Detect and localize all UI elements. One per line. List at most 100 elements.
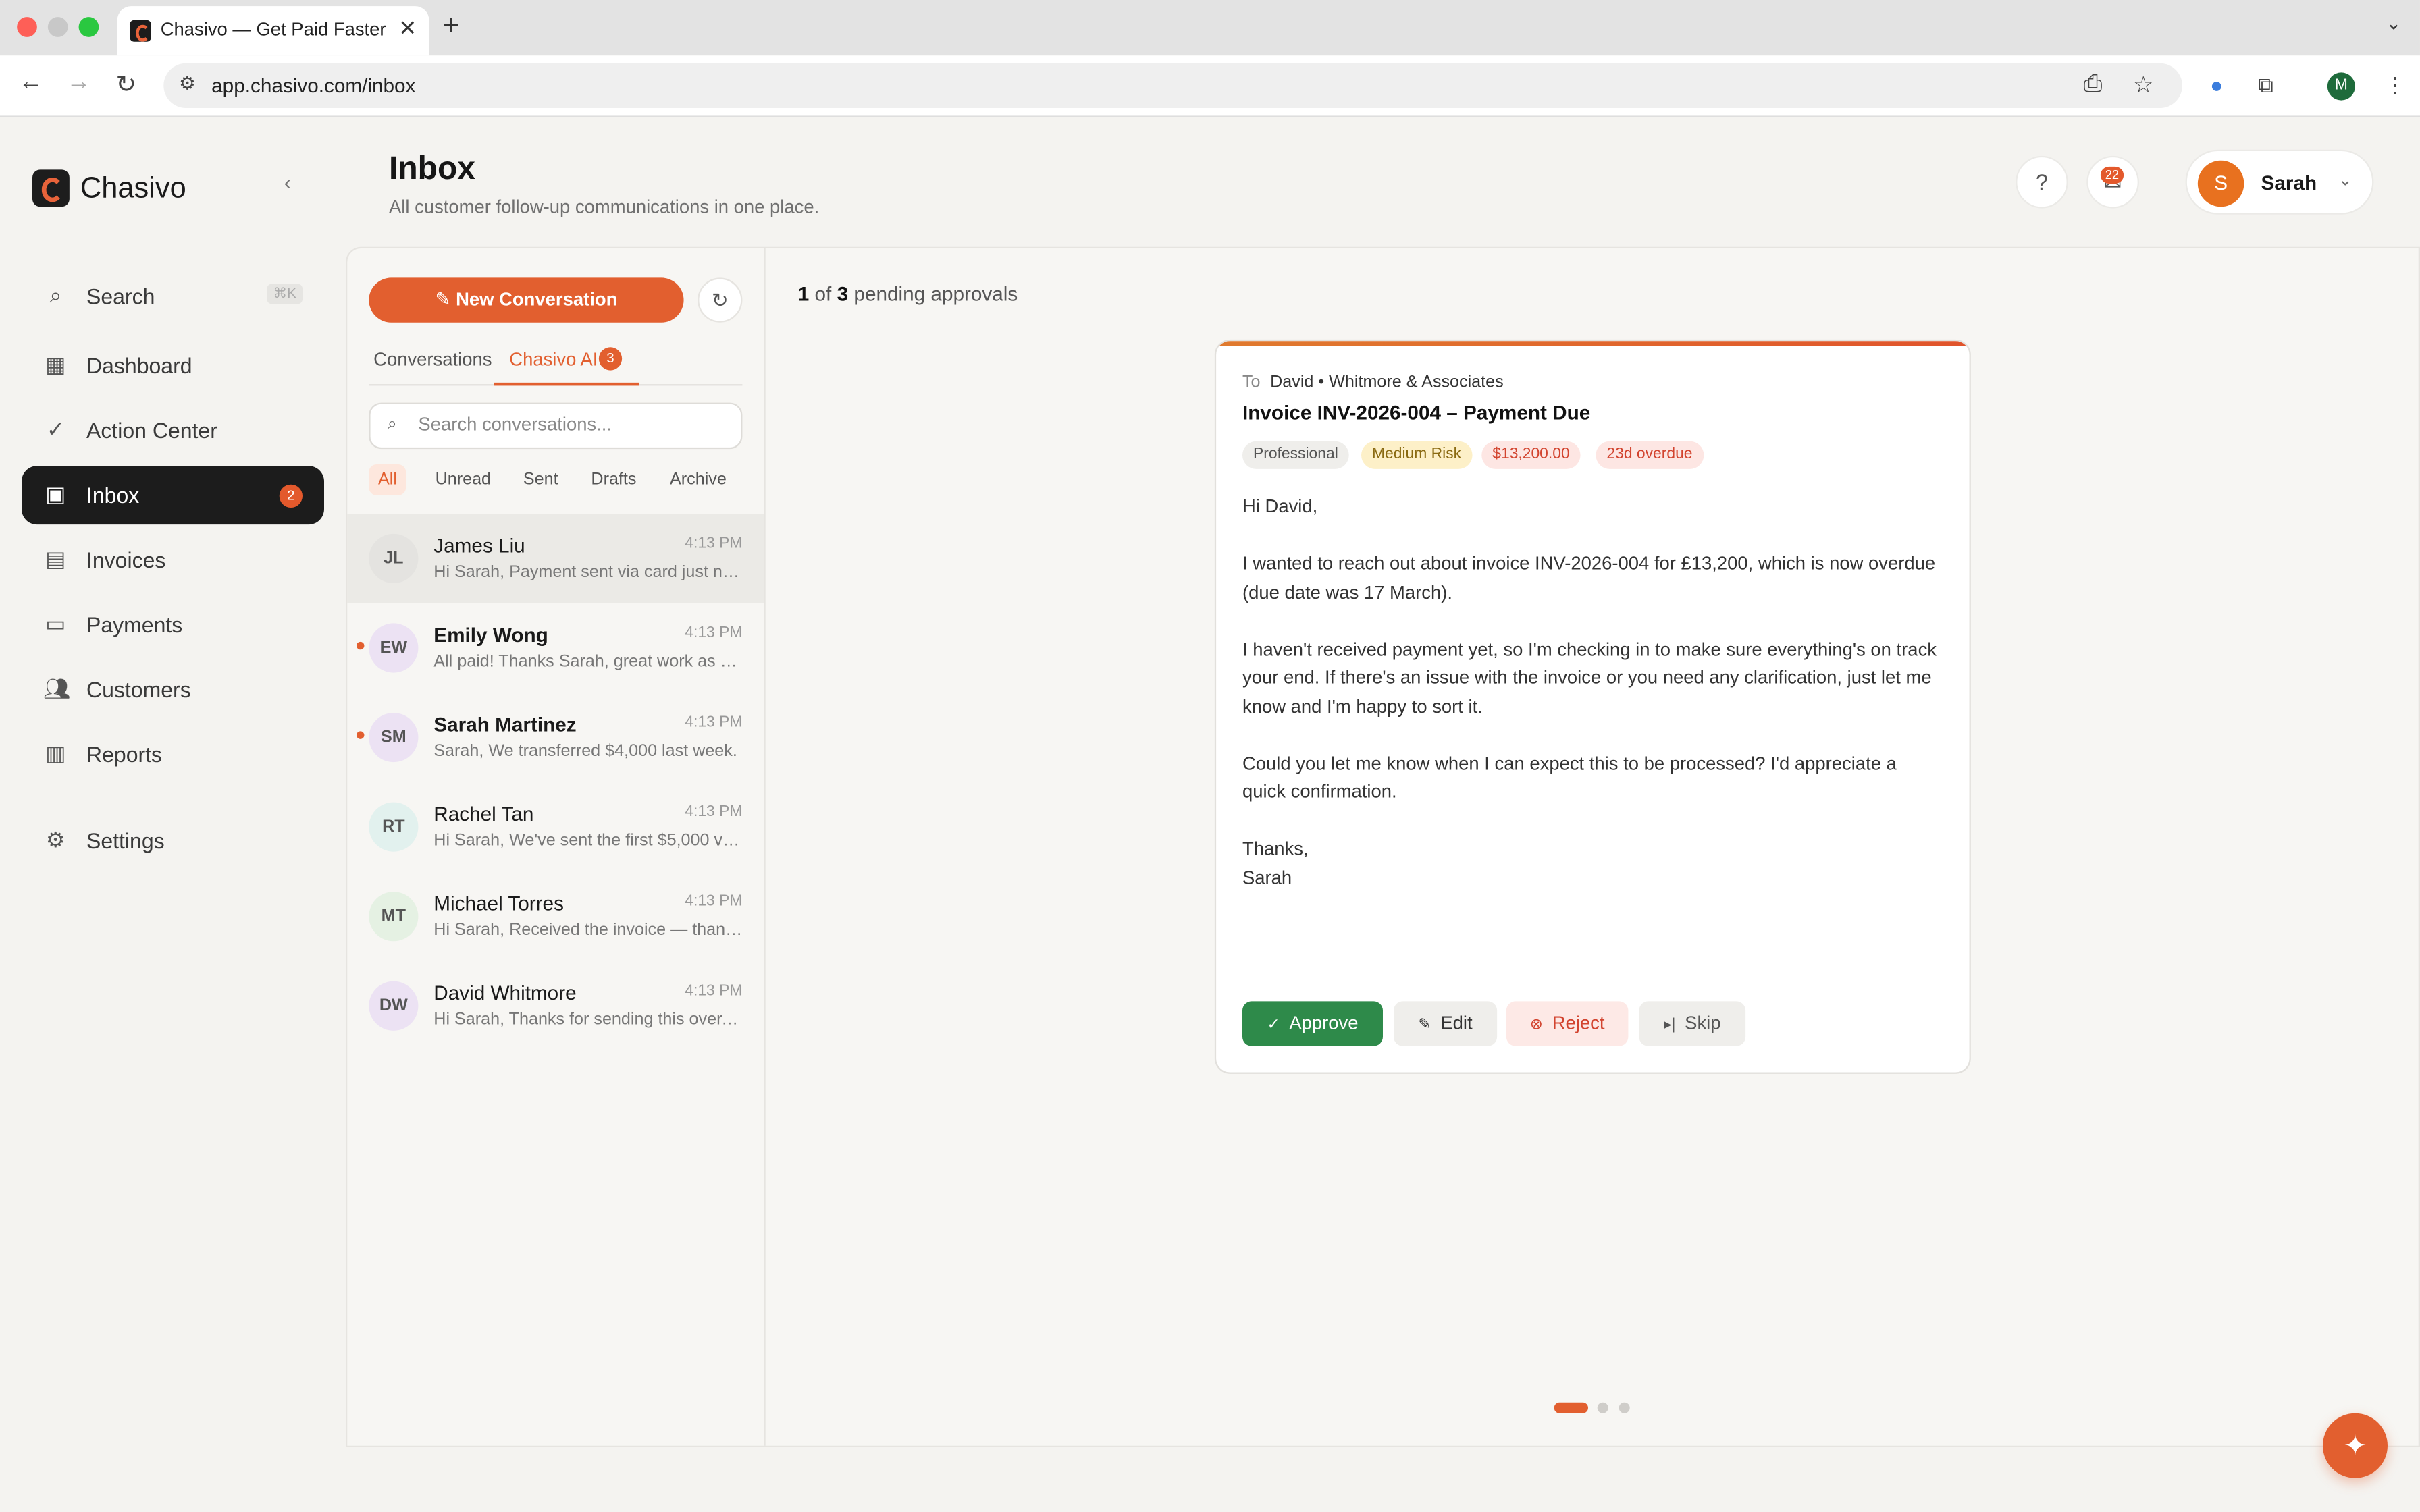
browser-profile-avatar[interactable]: M bbox=[2327, 72, 2355, 101]
forward-icon[interactable]: → bbox=[66, 70, 91, 97]
avatar: RT bbox=[369, 802, 419, 852]
gear-icon: ⚙ bbox=[45, 827, 65, 852]
timestamp: 4:13 PM bbox=[685, 803, 743, 821]
approve-button[interactable]: ✓ Approve bbox=[1242, 1001, 1383, 1046]
sidebar-item-invoices[interactable]: ▤ Invoices bbox=[22, 531, 324, 589]
sidebar-item-payments[interactable]: ▭ Payments bbox=[22, 595, 324, 654]
new-conversation-label: New Conversation bbox=[456, 288, 618, 310]
list-item[interactable]: MT Michael Torres 4:13 PM Hi Sarah, Rece… bbox=[347, 871, 764, 961]
sidebar-item-search[interactable]: ⌕ Search ⌘K bbox=[22, 267, 324, 325]
ai-count-badge: 3 bbox=[598, 347, 623, 371]
help-button[interactable]: ? bbox=[2016, 155, 2068, 209]
filter-drafts[interactable]: Drafts bbox=[582, 464, 646, 495]
install-app-icon[interactable]: ⎙ bbox=[2084, 71, 2102, 97]
list-item[interactable]: JL James Liu 4:13 PM Hi Sarah, Payment s… bbox=[347, 514, 764, 603]
contact-name: Michael Torres bbox=[433, 892, 564, 915]
carousel-dot-active[interactable] bbox=[1554, 1402, 1588, 1413]
filter-archive[interactable]: Archive bbox=[660, 464, 735, 495]
sidebar-item-customers[interactable]: 👥︎ Customers bbox=[22, 660, 324, 719]
pending-total: 3 bbox=[837, 282, 849, 306]
site-info-icon[interactable]: ⚙ bbox=[179, 72, 196, 94]
contact-name: Rachel Tan bbox=[433, 802, 534, 826]
browser-menu-icon[interactable]: ⋮ bbox=[2384, 72, 2406, 99]
reload-icon[interactable]: ↻ bbox=[115, 70, 136, 101]
user-menu[interactable]: S Sarah ⌄ bbox=[2185, 149, 2374, 215]
new-tab-button[interactable]: + bbox=[443, 9, 459, 42]
page-title: Inbox bbox=[388, 151, 475, 187]
conversation-search: ⌕ bbox=[369, 402, 743, 450]
tab-chasivo-ai[interactable]: Chasivo AI bbox=[509, 349, 598, 371]
timestamp: 4:13 PM bbox=[685, 893, 743, 911]
carousel-dot[interactable] bbox=[1597, 1402, 1608, 1413]
pencil-icon: ✎ bbox=[1418, 1017, 1431, 1034]
approval-card: To David • Whitmore & Associates Invoice… bbox=[1214, 339, 1971, 1074]
back-icon[interactable]: ← bbox=[18, 70, 43, 97]
bookmark-star-icon[interactable]: ☆ bbox=[2133, 71, 2154, 99]
collapse-sidebar-icon[interactable]: ‹ bbox=[284, 169, 292, 194]
new-conversation-button[interactable]: ✎ New Conversation bbox=[369, 277, 684, 323]
overdue-badge: 23d overdue bbox=[1596, 441, 1704, 469]
sparkle-icon: ✦ bbox=[2343, 1430, 2367, 1461]
list-item[interactable]: SM Sarah Martinez 4:13 PM Sarah, We tran… bbox=[347, 693, 764, 782]
url-text: app.chasivo.com/inbox bbox=[211, 74, 416, 97]
search-input[interactable] bbox=[418, 413, 727, 435]
risk-badge: Medium Risk bbox=[1361, 441, 1473, 469]
skip-button[interactable]: ▸| Skip bbox=[1639, 1001, 1746, 1046]
reject-button[interactable]: ⊗ Reject bbox=[1506, 1001, 1629, 1046]
close-tab-icon[interactable]: ✕ bbox=[398, 16, 417, 42]
skip-icon: ▸| bbox=[1664, 1017, 1676, 1034]
list-item[interactable]: DW David Whitmore 4:13 PM Hi Sarah, Than… bbox=[347, 961, 764, 1051]
edit-label: Edit bbox=[1440, 1012, 1473, 1034]
filter-unread[interactable]: Unread bbox=[426, 464, 500, 495]
pending-of: of bbox=[814, 282, 832, 306]
address-bar[interactable]: ⚙ app.chasivo.com/inbox ⎙ ☆ bbox=[163, 63, 2182, 108]
sidebar-item-inbox[interactable]: ▣ Inbox 2 bbox=[21, 466, 324, 525]
search-icon: ⌕ bbox=[387, 414, 397, 434]
receipt-icon: ▤ bbox=[45, 546, 66, 571]
carousel-dot[interactable] bbox=[1619, 1402, 1630, 1413]
cash-icon: ▭ bbox=[45, 611, 66, 636]
maximize-window-button[interactable] bbox=[78, 17, 99, 37]
x-circle-icon: ⊗ bbox=[1529, 1017, 1543, 1034]
unread-dot bbox=[356, 641, 365, 650]
sidebar-item-label: Reports bbox=[86, 742, 163, 767]
timestamp: 4:13 PM bbox=[685, 624, 743, 642]
body-paragraph: I haven't received payment yet, so I'm c… bbox=[1242, 638, 1937, 717]
minimize-window-button[interactable] bbox=[47, 17, 68, 37]
sidebar-item-action-center[interactable]: ✓ Action Center bbox=[22, 401, 324, 460]
favicon-icon bbox=[129, 20, 151, 42]
extension-dot-icon[interactable]: ● bbox=[2210, 72, 2223, 97]
ai-assistant-button[interactable]: ✦ bbox=[2322, 1413, 2388, 1478]
reject-label: Reject bbox=[1552, 1012, 1605, 1034]
tab-search-chevron-icon[interactable]: ⌄ bbox=[2386, 12, 2402, 34]
sidebar-item-dashboard[interactable]: ▦ Dashboard bbox=[22, 336, 324, 395]
question-mark-icon: ? bbox=[2036, 169, 2048, 194]
sidebar-item-label: Search bbox=[86, 284, 155, 309]
active-tab-underline bbox=[494, 382, 639, 386]
tone-badge: Professional bbox=[1242, 441, 1349, 469]
pending-current: 1 bbox=[797, 282, 810, 306]
amount-badge: $13,200.00 bbox=[1481, 441, 1581, 469]
tab-conversations[interactable]: Conversations bbox=[373, 349, 492, 371]
shortcut-hint: ⌘K bbox=[267, 284, 302, 304]
check-circle-icon: ✓ bbox=[46, 416, 65, 441]
list-item[interactable]: RT Rachel Tan 4:13 PM Hi Sarah, We've se… bbox=[347, 782, 764, 872]
filter-sent[interactable]: Sent bbox=[514, 464, 567, 495]
close-window-button[interactable] bbox=[17, 17, 37, 37]
edit-button[interactable]: ✎ Edit bbox=[1393, 1001, 1498, 1046]
refresh-button[interactable]: ↻ bbox=[698, 277, 743, 323]
message-preview: All paid! Thanks Sarah, great work as al… bbox=[433, 652, 742, 672]
body-paragraph: I wanted to reach out about invoice INV-… bbox=[1242, 552, 1936, 603]
sidebar-item-label: Invoices bbox=[86, 547, 166, 572]
list-tabs: Conversations Chasivo AI 3 bbox=[369, 342, 743, 386]
brand-name: Chasivo bbox=[80, 172, 186, 205]
timestamp: 4:13 PM bbox=[685, 535, 743, 553]
list-item[interactable]: EW Emily Wong 4:13 PM All paid! Thanks S… bbox=[347, 603, 764, 693]
browser-tab-bar: Chasivo — Get Paid Faster ✕ + ⌄ bbox=[0, 0, 2420, 56]
extensions-puzzle-icon[interactable]: ⧉ bbox=[2258, 72, 2273, 99]
filter-all[interactable]: All bbox=[369, 464, 406, 495]
browser-tab[interactable]: Chasivo — Get Paid Faster ✕ bbox=[117, 6, 429, 56]
sidebar-item-label: Action Center bbox=[86, 418, 217, 443]
sidebar-item-settings[interactable]: ⚙ Settings bbox=[22, 811, 324, 870]
sidebar-item-reports[interactable]: ▥ Reports bbox=[22, 725, 324, 784]
